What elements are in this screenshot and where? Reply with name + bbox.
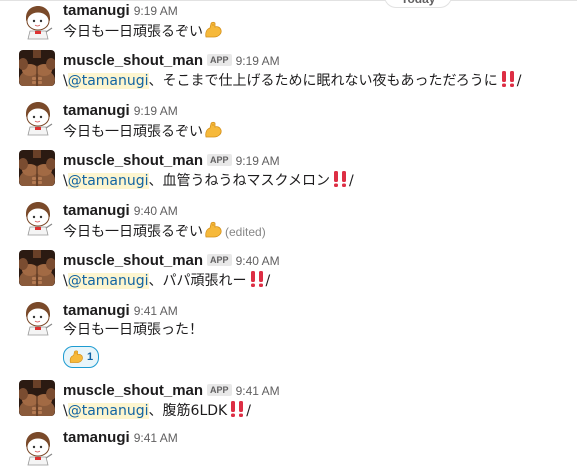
message-text: \@tamanugi、血管うねうねマスクメロン / (63, 170, 354, 191)
flexed-biceps-icon (68, 349, 84, 365)
timestamp[interactable]: 9:41 AM (134, 304, 178, 318)
user-name[interactable]: tamanugi (63, 2, 130, 19)
timestamp[interactable]: 9:19 AM (134, 4, 178, 18)
user-name[interactable]: muscle_shout_man (63, 252, 203, 269)
avatar[interactable] (19, 380, 55, 416)
avatar[interactable] (19, 200, 55, 236)
avatar[interactable] (19, 50, 55, 86)
timestamp[interactable]: 9:41 AM (236, 384, 280, 398)
reaction-button[interactable]: 1 (63, 346, 100, 368)
user-name[interactable]: tamanugi (63, 202, 130, 219)
avatar[interactable] (19, 430, 55, 466)
timestamp[interactable]: 9:40 AM (236, 254, 280, 268)
message-text: 今日も一日頑張るぞい (63, 20, 223, 42)
double-exclamation-icon (248, 270, 266, 288)
edited-label: (edited) (225, 225, 266, 239)
message-text: 今日も一日頑張った！ (63, 322, 203, 338)
timestamp[interactable]: 9:41 AM (134, 431, 178, 445)
avatar[interactable] (19, 100, 55, 136)
user-mention[interactable]: @tamanugi (67, 73, 149, 89)
timestamp[interactable]: 9:19 AM (236, 154, 280, 168)
message-text: \@tamanugi、腹筋6LDK / (63, 400, 251, 421)
app-badge: APP (207, 154, 232, 166)
user-name[interactable]: tamanugi (63, 302, 130, 319)
flexed-biceps-icon (203, 120, 223, 140)
flexed-biceps-icon (203, 20, 223, 40)
user-name[interactable]: muscle_shout_man (63, 382, 203, 399)
message-text: 今日も一日頑張るぞい (63, 120, 223, 142)
user-name[interactable]: tamanugi (63, 429, 130, 446)
app-badge: APP (207, 254, 232, 266)
user-mention[interactable]: @tamanugi (67, 403, 149, 419)
timestamp[interactable]: 9:19 AM (236, 54, 280, 68)
message-text: \@tamanugi、そこまで仕上げるために眠れない夜もあっただろうに / (63, 70, 521, 91)
flexed-biceps-icon (203, 220, 223, 240)
app-badge: APP (207, 54, 232, 66)
timestamp[interactable]: 9:40 AM (134, 204, 178, 218)
avatar[interactable] (19, 300, 55, 336)
double-exclamation-icon (331, 170, 349, 188)
user-name[interactable]: muscle_shout_man (63, 152, 203, 169)
user-name[interactable]: muscle_shout_man (63, 52, 203, 69)
user-name[interactable]: tamanugi (63, 102, 130, 119)
message-text: 今日も一日頑張るぞい (edited) (63, 220, 266, 242)
avatar[interactable] (19, 4, 55, 40)
avatar[interactable] (19, 250, 55, 286)
app-badge: APP (207, 384, 232, 396)
timestamp[interactable]: 9:19 AM (134, 104, 178, 118)
message-text: \@tamanugi、パパ頑張れー / (63, 270, 270, 291)
user-mention[interactable]: @tamanugi (67, 273, 149, 289)
reaction-count: 1 (87, 351, 94, 363)
user-mention[interactable]: @tamanugi (67, 173, 149, 189)
double-exclamation-icon (499, 70, 517, 88)
avatar[interactable] (19, 150, 55, 186)
day-divider-label[interactable]: Today (384, 0, 453, 8)
day-divider-line (0, 0, 577, 1)
double-exclamation-icon (228, 400, 246, 418)
